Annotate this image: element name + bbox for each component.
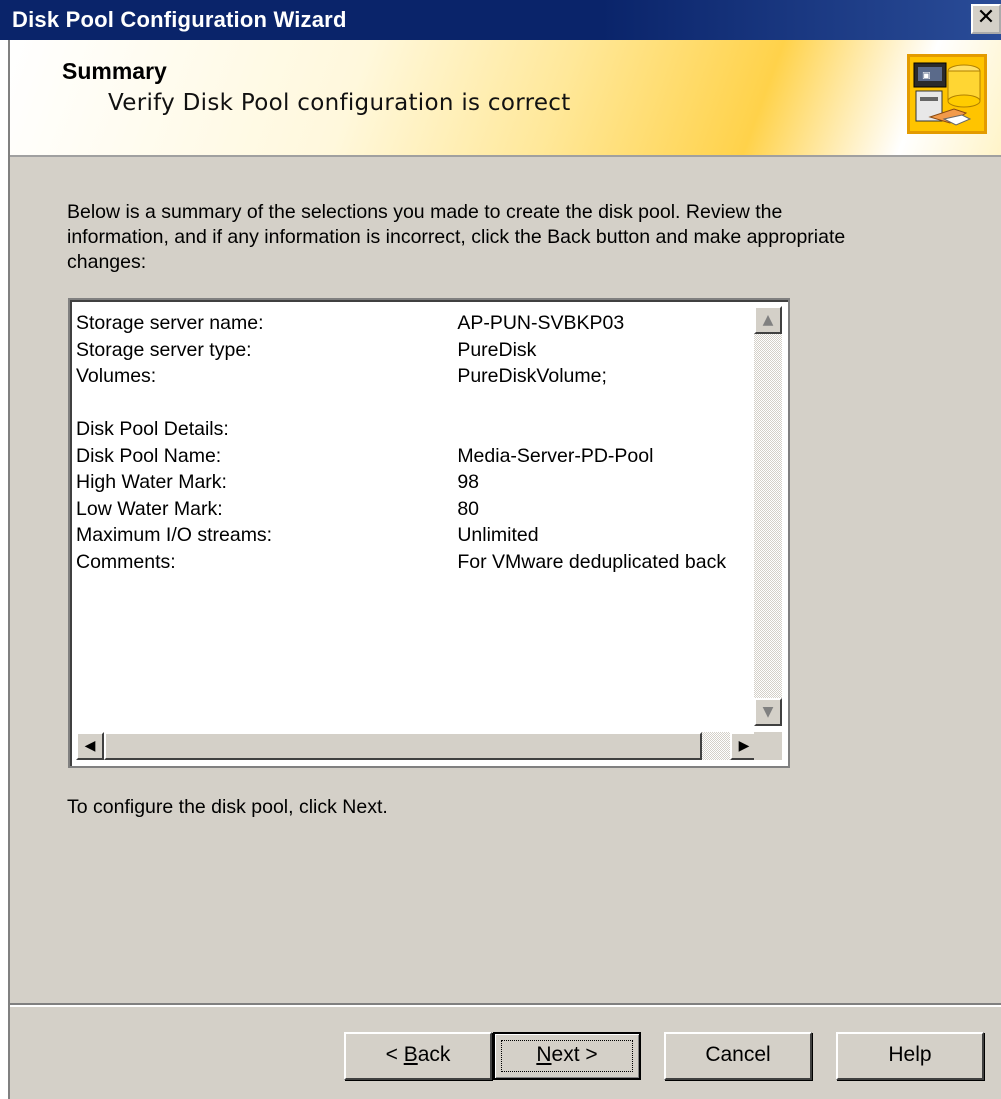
back-button[interactable]: < Back bbox=[344, 1032, 492, 1080]
arrow-left-icon: ◀ bbox=[84, 738, 96, 754]
summary-row-label: Comments: bbox=[76, 550, 176, 573]
help-button[interactable]: Help bbox=[836, 1032, 984, 1080]
summary-row: Storage server type: PureDisk bbox=[76, 337, 756, 364]
title-bar[interactable]: Disk Pool Configuration Wizard ✕ bbox=[0, 0, 1001, 40]
page-subtitle: Verify Disk Pool configuration is correc… bbox=[108, 90, 571, 116]
help-button-label: Help bbox=[888, 1043, 932, 1066]
scrollbar-corner bbox=[754, 732, 782, 760]
summary-row: Disk Pool Name: Media-Server-PD-Pool bbox=[76, 443, 756, 470]
summary-row-label bbox=[76, 390, 457, 417]
arrow-down-icon: ▼ bbox=[762, 704, 774, 720]
vertical-scrollbar[interactable]: ▲ ▼ bbox=[754, 306, 782, 726]
wizard-header: Summary Verify Disk Pool configuration i… bbox=[10, 40, 1001, 157]
horizontal-scroll-thumb[interactable] bbox=[104, 732, 702, 760]
svg-text:▣: ▣ bbox=[922, 71, 931, 81]
back-button-mnemonic: B bbox=[403, 1043, 418, 1066]
window-left-border bbox=[8, 40, 10, 1099]
summary-row-label: Volumes: bbox=[76, 365, 157, 387]
horizontal-scrollbar[interactable]: ◀ ▶ bbox=[76, 732, 758, 760]
summary-content: Storage server name: AP-PUN-SVBKP03 Storag… bbox=[76, 310, 756, 730]
next-button-focus-ring bbox=[501, 1040, 633, 1072]
close-icon: ✕ bbox=[976, 5, 996, 30]
summary-row-value: AP-PUN-SVBKP03 bbox=[457, 312, 625, 334]
summary-row-label: Disk Pool Name: bbox=[76, 444, 222, 467]
summary-row: Volumes: PureDiskVolume; bbox=[76, 363, 756, 390]
scroll-left-button[interactable]: ◀ bbox=[76, 732, 104, 760]
summary-row-value: PureDiskVolume; bbox=[457, 365, 607, 387]
wizard-window: Disk Pool Configuration Wizard ✕ Summary… bbox=[0, 0, 1001, 1099]
summary-row-value: PureDisk bbox=[457, 338, 537, 361]
summary-row: Disk Pool Details: bbox=[76, 416, 756, 443]
next-instructions: To configure the disk pool, click Next. bbox=[67, 796, 388, 818]
summary-row bbox=[76, 390, 756, 417]
summary-row-value: Unlimited bbox=[457, 524, 539, 546]
summary-row-value: For VMware deduplicated back bbox=[457, 550, 727, 573]
next-button[interactable]: Next > bbox=[493, 1032, 641, 1080]
summary-row: Low Water Mark: 80 bbox=[76, 496, 756, 523]
window-title: Disk Pool Configuration Wizard bbox=[12, 7, 347, 32]
summary-row-value bbox=[457, 416, 756, 443]
summary-row-value: Media-Server-PD-Pool bbox=[457, 444, 654, 467]
arrow-right-icon: ▶ bbox=[738, 738, 750, 754]
summary-row-label: Storage server type: bbox=[76, 338, 252, 361]
disk-pool-wizard-icon: ▣ bbox=[907, 54, 987, 134]
summary-row: Maximum I/O streams: Unlimited bbox=[76, 522, 756, 549]
cancel-button[interactable]: Cancel bbox=[664, 1032, 812, 1080]
back-button-label: ack bbox=[417, 1043, 451, 1066]
summary-row-value: 98 bbox=[457, 471, 480, 493]
scroll-down-button[interactable]: ▼ bbox=[754, 698, 782, 726]
button-separator-highlight bbox=[10, 1005, 1001, 1007]
scroll-up-button[interactable]: ▲ bbox=[754, 306, 782, 334]
summary-row-label: Low Water Mark: bbox=[76, 497, 223, 520]
back-button-prefix: < bbox=[385, 1043, 404, 1066]
arrow-up-icon: ▲ bbox=[762, 312, 774, 328]
summary-row: High Water Mark: 98 bbox=[76, 469, 756, 496]
cancel-button-label: Cancel bbox=[705, 1043, 771, 1066]
summary-row: Comments: For VMware deduplicated back bbox=[76, 549, 756, 576]
summary-row-value: 80 bbox=[457, 497, 480, 520]
summary-row-label: Maximum I/O streams: bbox=[76, 524, 273, 546]
page-title: Summary bbox=[62, 58, 167, 84]
summary-listbox[interactable]: Storage server name: AP-PUN-SVBKP03 Storag… bbox=[68, 298, 790, 768]
close-button[interactable]: ✕ bbox=[971, 4, 1001, 34]
disk-pool-graphic: ▣ bbox=[913, 62, 981, 126]
summary-row-value bbox=[457, 390, 756, 417]
summary-row-label: Disk Pool Details: bbox=[76, 418, 229, 440]
summary-instructions: Below is a summary of the selections you… bbox=[67, 201, 846, 273]
summary-row-label: High Water Mark: bbox=[76, 471, 227, 493]
summary-row-label: Storage server name: bbox=[76, 312, 264, 334]
summary-row: Storage server name: AP-PUN-SVBKP03 bbox=[76, 310, 756, 337]
